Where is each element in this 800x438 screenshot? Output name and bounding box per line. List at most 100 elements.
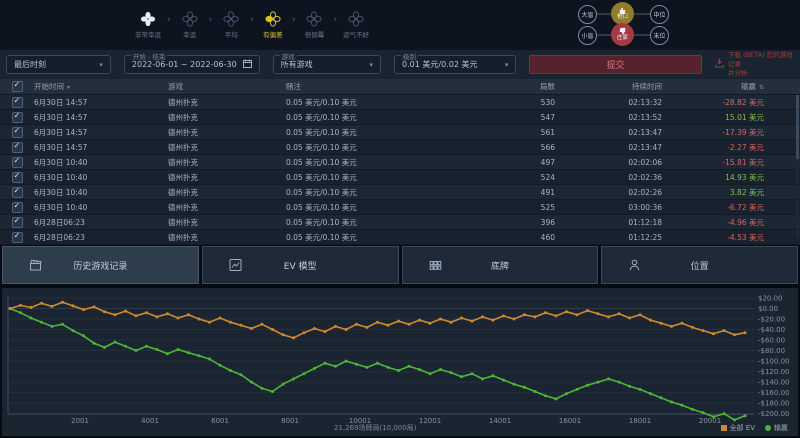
legend-swatch bbox=[721, 425, 727, 431]
cell-duration: 02:02:26 bbox=[555, 188, 662, 197]
line-chart-icon bbox=[229, 259, 242, 272]
table-row[interactable]: 6月30日 10:40德州扑克0.05 美元/0.10 美元49702:02:0… bbox=[0, 155, 800, 170]
svg-text:$0.00: $0.00 bbox=[758, 305, 778, 313]
scrollbar-thumb[interactable] bbox=[796, 95, 799, 159]
cell-start-time: 6月30日 14:57 bbox=[34, 112, 168, 123]
row-checkbox[interactable] bbox=[0, 202, 34, 213]
table-row[interactable]: 6月30日 14:57德州扑克0.05 美元/0.10 美元56602:13:4… bbox=[0, 140, 800, 155]
row-checkbox[interactable] bbox=[0, 127, 34, 138]
luck-item-5[interactable]: 运气不好 bbox=[338, 11, 374, 39]
cell-stakes: 0.05 美元/0.10 美元 bbox=[286, 187, 470, 198]
table-row[interactable]: 6月28日06:23德州扑克0.05 美元/0.10 美元46001:12:25… bbox=[0, 230, 800, 245]
sort-select[interactable]: 最后时刻 ▾ bbox=[6, 55, 111, 74]
luck-item-4[interactable]: 很倒霉 bbox=[296, 11, 332, 39]
tab-底牌[interactable]: 底牌 bbox=[402, 246, 599, 284]
svg-text:-$140.00: -$140.00 bbox=[758, 378, 789, 386]
table-scrollbar[interactable] bbox=[796, 95, 799, 237]
cell-game: 德州扑克 bbox=[168, 127, 286, 138]
row-checkbox[interactable] bbox=[0, 232, 34, 243]
submit-button[interactable]: 提交 bbox=[529, 55, 702, 74]
luck-item-label: 平均 bbox=[225, 29, 238, 39]
table-row[interactable]: 6月30日 10:40德州扑克0.05 美元/0.10 美元49102:02:2… bbox=[0, 185, 800, 200]
select-all-checkbox[interactable] bbox=[0, 81, 34, 92]
svg-text:-$40.00: -$40.00 bbox=[758, 326, 785, 334]
cell-hands: 530 bbox=[470, 98, 555, 107]
legend-全部 EV[interactable]: 全部 EV bbox=[721, 423, 755, 433]
download-link-line2: 并分析 bbox=[728, 69, 748, 77]
game-select-label: 游戏 bbox=[280, 51, 297, 61]
header-duration[interactable]: 持续时间 bbox=[555, 81, 662, 92]
row-checkbox[interactable] bbox=[0, 157, 34, 168]
cell-result: -15.81 美元 bbox=[662, 157, 800, 168]
row-checkbox[interactable] bbox=[0, 172, 34, 183]
sort-both-icon: ⇅ bbox=[759, 84, 764, 91]
luck-item-1[interactable]: 幸运 bbox=[172, 11, 208, 39]
chevron-down-icon: ▾ bbox=[93, 61, 103, 69]
header-start-time[interactable]: 开始时间▾ bbox=[34, 81, 168, 92]
row-checkbox[interactable] bbox=[0, 142, 34, 153]
cell-duration: 02:02:06 bbox=[555, 158, 662, 167]
clover-icon bbox=[265, 11, 281, 27]
chevron-down-icon: ▾ bbox=[364, 61, 374, 69]
table-row[interactable]: 6月30日 14:57德州扑克0.05 美元/0.10 美元54702:13:5… bbox=[0, 110, 800, 125]
cell-result: -28.82 美元 bbox=[662, 97, 800, 108]
cell-hands: 561 bbox=[470, 128, 555, 137]
table-row[interactable]: 6月28日06:23德州扑克0.05 美元/0.10 美元39601:12:18… bbox=[0, 215, 800, 230]
svg-text:6001: 6001 bbox=[211, 417, 229, 425]
cell-duration: 02:13:32 bbox=[555, 98, 662, 107]
top-nav: 非常幸运› 幸运› 平均› 有偏差› 很倒霉› 运气不好 大盲枪口中位小盲庄家末… bbox=[0, 0, 800, 50]
cell-hands: 525 bbox=[470, 203, 555, 212]
clapperboard-icon bbox=[29, 259, 42, 272]
sort-desc-icon: ▾ bbox=[67, 84, 70, 91]
cell-start-time: 6月28日06:23 bbox=[34, 232, 168, 243]
row-checkbox[interactable] bbox=[0, 97, 34, 108]
position-大盲[interactable]: 大盲 bbox=[578, 5, 597, 24]
cell-hands: 566 bbox=[470, 143, 555, 152]
legend-输赢[interactable]: 输赢 bbox=[765, 423, 788, 433]
chart-footnote: 21,269场牌局(10,000局) bbox=[334, 423, 416, 433]
game-select[interactable]: 游戏 所有游戏 ▾ bbox=[273, 55, 381, 74]
header-result[interactable]: 输赢⇅ bbox=[662, 81, 800, 92]
stakes-select[interactable]: 级别 0.01 美元/0.02 美元 ▾ bbox=[394, 55, 516, 74]
person-icon bbox=[628, 259, 641, 272]
table-row[interactable]: 6月30日 14:57德州扑克0.05 美元/0.10 美元53002:13:3… bbox=[0, 95, 800, 110]
tab-位置[interactable]: 位置 bbox=[601, 246, 798, 284]
table-row[interactable]: 6月30日 10:40德州扑克0.05 美元/0.10 美元52503:00:3… bbox=[0, 200, 800, 215]
cell-stakes: 0.05 美元/0.10 美元 bbox=[286, 172, 470, 183]
tab-EV 模型[interactable]: EV 模型 bbox=[202, 246, 399, 284]
header-game[interactable]: 游戏 bbox=[168, 81, 286, 92]
luck-item-0[interactable]: 非常幸运 bbox=[130, 11, 166, 39]
luck-item-2[interactable]: 平均 bbox=[213, 11, 249, 39]
cell-game: 德州扑克 bbox=[168, 142, 286, 153]
cell-game: 德州扑克 bbox=[168, 232, 286, 243]
header-hands[interactable]: 局数 bbox=[470, 81, 555, 92]
table-row[interactable]: 6月30日 10:40德州扑克0.05 美元/0.10 美元52402:02:3… bbox=[0, 170, 800, 185]
sessions-table: 开始时间▾ 游戏 赌注 局数 持续时间 输赢⇅ 6月30日 14:57德州扑克0… bbox=[0, 79, 800, 243]
svg-text:-$80.00: -$80.00 bbox=[758, 347, 785, 355]
cell-hands: 524 bbox=[470, 173, 555, 182]
cell-result: -17.39 美元 bbox=[662, 127, 800, 138]
clover-icon bbox=[348, 11, 364, 27]
position-末位[interactable]: 末位 bbox=[650, 26, 669, 45]
cell-stakes: 0.05 美元/0.10 美元 bbox=[286, 232, 470, 243]
cell-duration: 01:12:18 bbox=[555, 218, 662, 227]
position-中位[interactable]: 中位 bbox=[650, 5, 669, 24]
download-link[interactable]: 下载 (BETA) 您的游戏记录 并分析 bbox=[715, 51, 794, 78]
table-row[interactable]: 6月30日 14:57德州扑克0.05 美元/0.10 美元56102:13:4… bbox=[0, 125, 800, 140]
cell-result: -4.53 美元 bbox=[662, 232, 800, 243]
date-range-field[interactable]: 开始 - 结束 2022-06-01 ~ 2022-06-30 bbox=[124, 55, 260, 74]
luck-item-3[interactable]: 有偏差 bbox=[255, 11, 291, 39]
row-checkbox[interactable] bbox=[0, 187, 34, 198]
cell-result: 15.01 美元 bbox=[662, 112, 800, 123]
position-庄家[interactable]: 庄家 bbox=[611, 23, 634, 46]
svg-text:20001: 20001 bbox=[699, 417, 721, 425]
position-小盲[interactable]: 小盲 bbox=[578, 26, 597, 45]
row-checkbox[interactable] bbox=[0, 112, 34, 123]
header-stakes[interactable]: 赌注 bbox=[286, 81, 470, 92]
tab-历史游戏记录[interactable]: 历史游戏记录 bbox=[2, 246, 199, 284]
position-枪口[interactable]: 枪口 bbox=[611, 2, 634, 25]
svg-text:12001: 12001 bbox=[419, 417, 441, 425]
date-range-label: 开始 - 结束 bbox=[131, 51, 167, 61]
row-checkbox[interactable] bbox=[0, 217, 34, 228]
svg-text:-$20.00: -$20.00 bbox=[758, 315, 785, 323]
